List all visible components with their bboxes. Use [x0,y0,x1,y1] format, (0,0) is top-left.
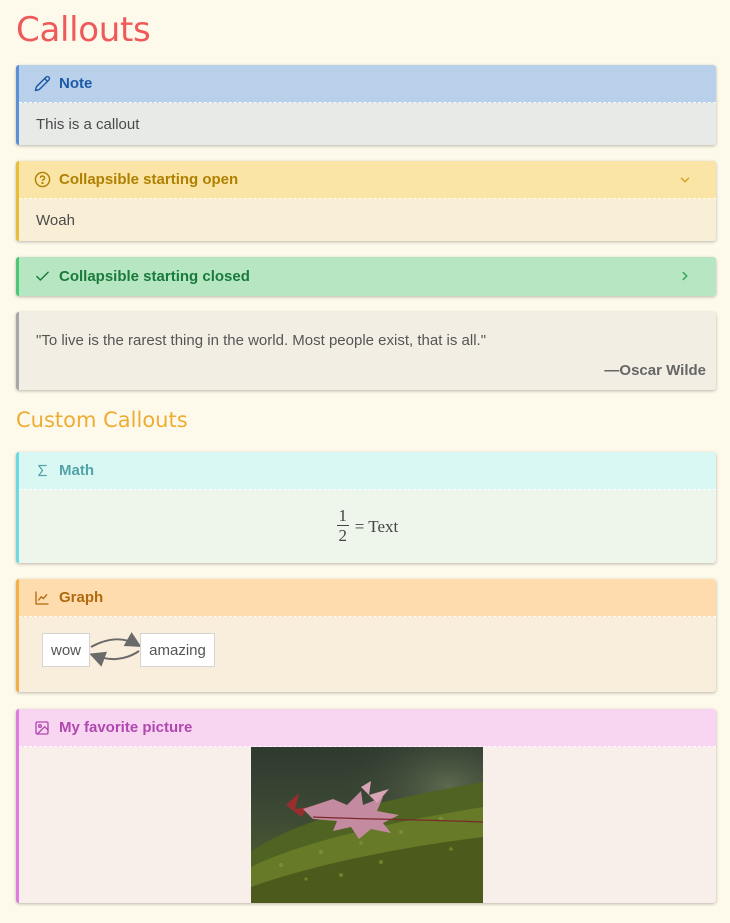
graph-node-amazing[interactable]: amazing [140,633,215,667]
fraction: 1 2 [336,506,349,546]
chevron-down-icon[interactable] [678,173,692,187]
fraction-denominator: 2 [338,526,348,545]
leaf-photo [251,747,483,903]
note-callout: Note This is a callout [16,65,716,145]
graph-node-wow[interactable]: wow [42,633,90,667]
chevron-right-icon[interactable] [678,269,692,283]
math-rhs: = Text [354,516,399,536]
picture-callout-title: My favorite picture [59,719,193,736]
question-circle-icon [33,171,51,189]
math-formula: 1 2 = Text [19,507,716,546]
page-title: Callouts [16,10,151,50]
sigma-icon [33,462,51,480]
section-title: Custom Callouts [16,408,188,432]
quote-text: "To live is the rarest thing in the worl… [36,332,487,349]
note-callout-header: Note [19,65,716,103]
collapsible-open-title: Collapsible starting open [59,171,239,188]
picture-callout-header: My favorite picture [19,709,716,747]
quote-author: —Oscar Wilde [604,362,706,379]
check-icon [33,267,51,285]
graph-callout: Graph wow amazing [16,579,716,692]
math-callout: Math 1 2 = Text [16,452,716,563]
collapsible-closed-header[interactable]: Collapsible starting closed [19,257,716,295]
quote-callout: "To live is the rarest thing in the worl… [16,312,716,390]
collapsible-open-callout: Collapsible starting open Woah [16,161,716,241]
math-callout-title: Math [59,462,94,479]
collapsible-closed-title: Collapsible starting closed [59,267,250,285]
picture-callout: My favorite picture [16,709,716,903]
image-icon [33,719,51,737]
collapsible-open-body: Woah [36,211,75,229]
collapsible-closed-callout: Collapsible starting closed [16,257,716,296]
pencil-icon [33,75,51,93]
note-callout-title: Note [59,75,93,92]
graph-edges [89,632,142,667]
note-callout-body: This is a callout [36,115,140,133]
fraction-numerator: 1 [338,506,348,525]
math-callout-header: Math [19,452,716,490]
collapsible-open-header[interactable]: Collapsible starting open [19,161,716,199]
